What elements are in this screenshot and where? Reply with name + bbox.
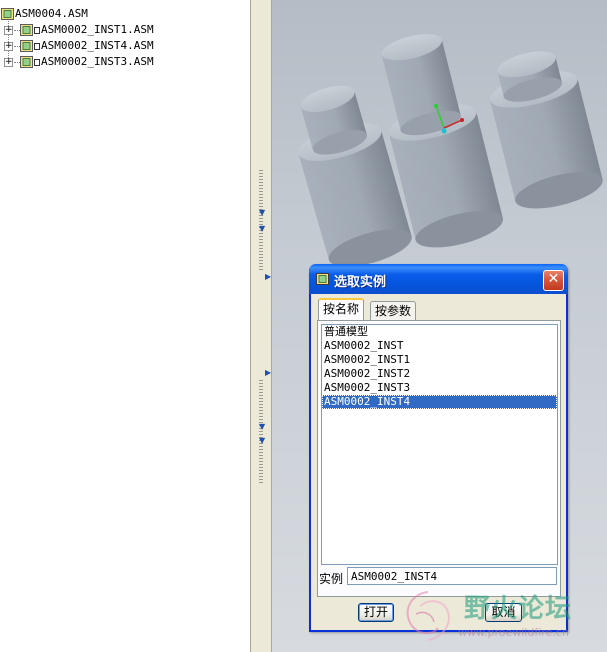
tree-item-inst4[interactable]: + ASM0002_INST4.ASM: [4, 38, 154, 54]
expand-icon[interactable]: +: [4, 41, 13, 51]
dialog-title-bar[interactable]: 选取实例 ✕: [309, 264, 568, 294]
watermark-logo: [406, 591, 450, 641]
close-button[interactable]: ✕: [543, 270, 564, 291]
expand-right-icon[interactable]: ▶: [265, 368, 271, 377]
list-item[interactable]: ASM0002_INST2: [322, 367, 557, 381]
collapse-arrow-icon[interactable]: ▼: [259, 422, 265, 431]
list-item-selected[interactable]: ASM0002_INST4: [322, 395, 557, 409]
tree-item-inst3[interactable]: + ASM0002_INST3.ASM: [4, 54, 154, 70]
close-icon: ✕: [547, 271, 560, 287]
expand-right-icon[interactable]: ▶: [265, 272, 271, 281]
flag-icon: [34, 42, 40, 50]
expand-icon[interactable]: +: [4, 25, 13, 35]
assembly-icon: [20, 24, 33, 36]
tree-item-inst1[interactable]: + ASM0002_INST1.ASM: [4, 22, 154, 38]
part-right-cylinder: [489, 51, 603, 209]
splitter-grip[interactable]: [259, 170, 263, 272]
collapse-arrow-icon[interactable]: ▼: [259, 224, 265, 233]
instance-field-label: 实例: [319, 572, 344, 586]
watermark-title: 野火论坛: [464, 594, 573, 624]
open-button[interactable]: 打开: [358, 603, 394, 622]
model-tree: ASM0004.ASM + ASM0002_INST1.ASM + ASM000…: [0, 0, 250, 652]
tab-panel: 普通模型 ASM0002_INST ASM0002_INST1 ASM0002_…: [317, 320, 561, 597]
dialog-app-icon: [316, 273, 329, 285]
expand-icon[interactable]: +: [4, 57, 13, 67]
list-item[interactable]: ASM0002_INST: [322, 339, 557, 353]
collapse-arrow-icon[interactable]: ▼: [259, 208, 265, 217]
collapse-arrow-icon[interactable]: ▼: [259, 436, 265, 445]
instance-list[interactable]: 普通模型 ASM0002_INST ASM0002_INST1 ASM0002_…: [321, 324, 558, 565]
assembly-icon: [20, 56, 33, 68]
dialog-title: 选取实例: [334, 275, 387, 290]
list-item[interactable]: 普通模型: [322, 325, 557, 339]
forum-watermark: 野火论坛 www.proewildfire.cn: [398, 582, 607, 652]
list-item[interactable]: ASM0002_INST3: [322, 381, 557, 395]
panel-splitter[interactable]: ▼ ▼ ▶ ▶ ▼ ▼: [250, 0, 272, 652]
flag-icon: [34, 26, 40, 34]
assembly-icon: [1, 8, 14, 20]
tree-item-label: ASM0002_INST3.ASM: [41, 55, 154, 68]
tree-item-label: ASM0002_INST4.ASM: [41, 39, 154, 52]
tree-root-label: ASM0004.ASM: [15, 7, 88, 20]
select-instance-dialog: 选取实例 ✕ 按名称 按参数 普通模型 ASM0002_INST ASM0002…: [309, 264, 568, 632]
watermark-url: www.proewildfire.cn: [458, 626, 569, 639]
tree-item-label: ASM0002_INST1.ASM: [41, 23, 154, 36]
tab-by-name[interactable]: 按名称: [318, 298, 365, 320]
tree-root[interactable]: ASM0004.ASM: [1, 6, 88, 22]
tab-by-parameter[interactable]: 按参数: [370, 301, 417, 321]
assembly-icon: [20, 40, 33, 52]
flag-icon: [34, 58, 40, 66]
splitter-grip[interactable]: [259, 380, 263, 484]
list-item[interactable]: ASM0002_INST1: [322, 353, 557, 367]
